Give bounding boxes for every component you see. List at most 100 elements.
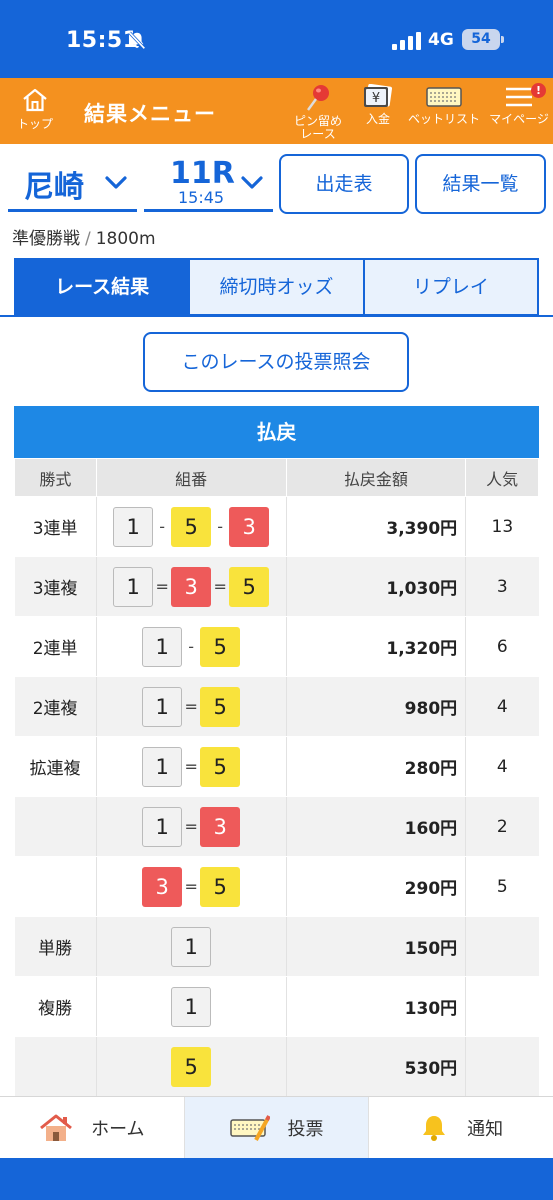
payout-amount: 160円	[286, 796, 467, 857]
combination-separator: =	[184, 697, 198, 716]
bell-icon	[423, 1115, 446, 1141]
payout-row: 5 530円	[14, 1036, 539, 1097]
payout-header-row: 勝式 組番 払戻金額 人気	[14, 458, 539, 497]
header-combination: 組番	[95, 458, 287, 497]
payout-table: 勝式 組番 払戻金額 人気 3連単 1-5-3 3,390円 13 3連複 1 = 3 = 5 1,…	[14, 458, 539, 1097]
race-number: 11R	[170, 156, 235, 191]
vote-inquiry-button[interactable]: このレースの投票照会	[143, 332, 409, 392]
bet-list-button[interactable]: ベットリスト	[408, 84, 480, 126]
boat-number-badge: 1	[113, 566, 154, 607]
top-button[interactable]: トップ	[12, 86, 58, 132]
results-list-button[interactable]: 結果一覧	[415, 154, 546, 214]
tab-underline	[0, 315, 553, 317]
battery-nub	[501, 36, 504, 43]
nav-vote[interactable]: 投票	[183, 1097, 369, 1158]
payout-row: 2連単 1-5 1,320円 6	[14, 616, 539, 677]
combination-separator: =	[184, 817, 198, 836]
combination: 1 = 5	[95, 736, 287, 797]
top-label: トップ	[16, 117, 53, 131]
popularity: 3	[465, 556, 539, 617]
boat-number-badge: 5	[171, 506, 212, 547]
tab-race-result[interactable]: レース結果	[16, 260, 189, 314]
combination-group: 1 = 5	[142, 746, 241, 787]
svg-text:¥: ¥	[372, 91, 380, 106]
combination-separator: -	[188, 637, 195, 656]
race-info-separator: /	[85, 229, 91, 249]
popularity	[465, 1036, 539, 1097]
bet-type: 複勝	[14, 976, 97, 1037]
chevron-down-icon	[241, 176, 263, 189]
payout-amount: 1,320円	[286, 616, 467, 677]
popularity	[465, 916, 539, 977]
bet-type	[14, 1036, 97, 1097]
combination-group: 3 = 5	[142, 866, 241, 907]
boat-number-badge: 1	[142, 686, 183, 727]
boat-number-badge: 3	[200, 806, 241, 847]
entry-list-button[interactable]: 出走表	[279, 154, 409, 214]
combination-separator: =	[184, 877, 198, 896]
race-selector-bar: 尼崎 11R 15:45 出走表 結果一覧	[0, 144, 553, 222]
pin-race-button[interactable]: ピン留め レース	[284, 84, 352, 141]
race-info: 準優勝戦/1800m	[12, 224, 156, 249]
home-icon	[23, 88, 47, 112]
vote-ticket-icon	[229, 1114, 270, 1141]
pin-label-2: レース	[300, 127, 336, 141]
payout-row: 3 = 5 290円 5	[14, 856, 539, 917]
boat-number-badge: 3	[171, 566, 212, 607]
combination: 1-5	[95, 616, 287, 677]
yen-deposit-icon: ¥	[364, 84, 393, 107]
nav-notify[interactable]: 通知	[368, 1097, 553, 1158]
bet-type: 3連単	[14, 496, 97, 557]
payout-row: 1 = 3 160円 2	[14, 796, 539, 857]
payout-amount: 1,030円	[286, 556, 467, 617]
result-tabs: レース結果 締切時オッズ リプレイ	[14, 258, 539, 316]
payout-row: 3連複 1 = 3 = 5 1,030円 3	[14, 556, 539, 617]
tab-closing-odds[interactable]: 締切時オッズ	[188, 260, 363, 314]
nav-notify-label: 通知	[467, 1118, 504, 1140]
boat-number-badge: 5	[229, 566, 270, 607]
boat-number-badge: 5	[200, 626, 241, 667]
venue-select[interactable]: 尼崎	[8, 154, 137, 212]
header-bet-type: 勝式	[14, 458, 97, 497]
payout-amount: 130円	[286, 976, 467, 1037]
boat-number-badge: 5	[200, 746, 241, 787]
header-payout-amount: 払戻金額	[285, 458, 467, 497]
race-distance: 1800m	[95, 229, 156, 249]
tab-replay[interactable]: リプレイ	[362, 260, 537, 314]
bell-muted-icon	[128, 31, 146, 50]
payout-amount: 530円	[286, 1036, 467, 1097]
payout-row: 複勝 1 130円	[14, 976, 539, 1037]
venue-name: 尼崎	[24, 170, 84, 205]
combination-group: 1-5	[142, 626, 241, 667]
combination-group: 1	[171, 986, 212, 1027]
race-select[interactable]: 11R 15:45	[144, 154, 273, 212]
combination: 1 = 3 = 5	[95, 556, 287, 617]
bet-type: 2連複	[14, 676, 97, 737]
boat-number-badge: 1	[113, 506, 154, 547]
bottom-nav: ホーム 投票 通知	[0, 1096, 553, 1158]
payout-amount: 280円	[286, 736, 467, 797]
boat-number-badge: 1	[142, 806, 183, 847]
popularity	[465, 976, 539, 1037]
boat-number-badge: 5	[200, 866, 241, 907]
combination-group: 1-5-3	[113, 506, 270, 547]
race-grade: 準優勝戦	[12, 229, 80, 249]
header-popularity: 人気	[465, 458, 539, 497]
boat-number-badge: 5	[200, 686, 241, 727]
combination-separator: =	[155, 577, 169, 596]
combination-separator: =	[213, 577, 227, 596]
bet-type: 拡連複	[14, 736, 97, 797]
my-page-button[interactable]: ! マイページ	[486, 83, 552, 126]
combination-group: 1 = 3	[142, 806, 241, 847]
nav-home[interactable]: ホーム	[0, 1097, 184, 1158]
combination: 1-5-3	[95, 496, 287, 557]
app-header: トップ 結果メニュー ピン留め レース ¥ 入金 ベットリスト ! マイページ	[0, 78, 553, 144]
combination-separator: =	[184, 757, 198, 776]
payout-row: 単勝 1 150円	[14, 916, 539, 977]
deposit-button[interactable]: ¥ 入金	[356, 84, 400, 126]
my-page-label: マイページ	[489, 112, 549, 126]
bet-type: 単勝	[14, 916, 97, 977]
page-title: 結果メニュー	[84, 102, 216, 126]
payout-amount: 980円	[286, 676, 467, 737]
payout-amount: 290円	[286, 856, 467, 917]
